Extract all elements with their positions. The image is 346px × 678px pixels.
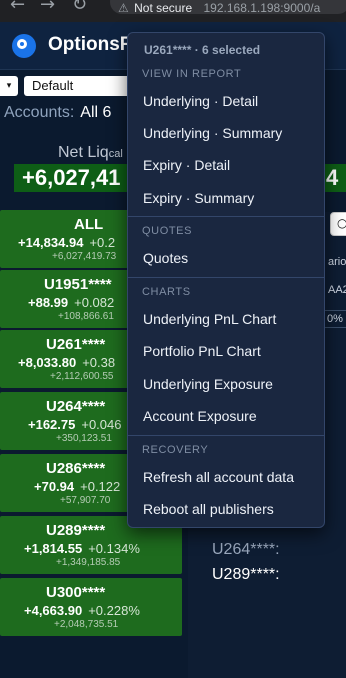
card-netliq: +350,123.51 [56, 433, 112, 444]
forward-arrow-icon[interactable]: → [40, 0, 55, 15]
menu-item-underlying-pnl-chart[interactable]: Underlying PnL Chart [128, 304, 324, 334]
panel-tag: 0% [324, 310, 346, 328]
netliq-label-text: Net Liq [58, 144, 109, 161]
accounts-label: Accounts: [4, 104, 75, 121]
menu-item-underlying-exposure[interactable]: Underlying Exposure [128, 369, 324, 399]
menu-divider [128, 216, 324, 217]
menu-divider [128, 277, 324, 278]
card-netliq: +1,349,185.85 [56, 557, 121, 568]
menu-item-account-exposure[interactable]: Account Exposure [128, 401, 324, 431]
card-pnl: +1,814.55 +0.134% [24, 541, 140, 556]
menu-item-quotes[interactable]: Quotes [128, 243, 324, 273]
card-name: ALL [74, 216, 104, 233]
card-pnl: +88.99 +0.082 [28, 295, 115, 310]
card-pnl: +162.75 +0.046 [28, 417, 122, 432]
card-name: U289**** [46, 522, 106, 539]
card-pnl: +8,033.80 +0.38 [18, 355, 116, 370]
card-netliq: +2,112,600.55 [50, 371, 114, 382]
card-name: U261**** [46, 336, 106, 353]
panel-tag: AA2 [328, 284, 346, 296]
netliq-label: Net Liqcal [58, 144, 123, 162]
menu-section-title: QUOTES [142, 225, 193, 237]
menu-item-underlying-summary[interactable]: Underlying · Summary [128, 118, 324, 148]
netliq-label-suffix: cal [108, 148, 123, 160]
menu-item-expiry-summary[interactable]: Expiry · Summary [128, 183, 324, 213]
menu-item-expiry-detail[interactable]: Expiry · Detail [128, 150, 324, 180]
card-netliq: +6,027,419.73 [52, 251, 117, 262]
address-bar[interactable]: ⚠ Not secure 192.168.1.198:9000/a [110, 0, 346, 14]
card-name: U286**** [46, 460, 106, 477]
menu-section-title: CHARTS [142, 286, 191, 298]
menu-header: U261**** · 6 selected [144, 43, 261, 57]
card-netliq: +2,048,735.51 [54, 619, 119, 630]
url-text: 192.168.1.198:9000/a [203, 1, 321, 14]
app-logo-icon [12, 34, 36, 58]
warning-icon: ⚠ [118, 1, 129, 14]
back-arrow-icon[interactable]: ← [10, 0, 25, 15]
card-netliq: +57,907.70 [60, 495, 111, 506]
card-name: U300**** [46, 584, 106, 601]
search-icon: ○ [337, 216, 346, 230]
context-menu: U261**** · 6 selected VIEW IN REPORT Und… [127, 32, 325, 528]
chevron-down-icon[interactable]: ▾ [0, 76, 18, 96]
account-card[interactable]: U300**** +4,663.90 +0.228% +2,048,735.51 [0, 578, 182, 636]
browser-toolbar: ← → ↻ ⚠ Not secure 192.168.1.198:9000/a [0, 0, 346, 22]
search-box[interactable]: ○ [330, 212, 346, 236]
menu-item-reboot-publishers[interactable]: Reboot all publishers [128, 494, 324, 524]
card-name: U264**** [46, 398, 106, 415]
reload-icon[interactable]: ↻ [72, 0, 87, 15]
panel-account: U264****: [212, 541, 280, 558]
menu-item-refresh-account-data[interactable]: Refresh all account data [128, 462, 324, 492]
card-name: U1951**** [44, 276, 112, 293]
card-pnl: +4,663.90 +0.228% [24, 603, 140, 618]
panel-tag: ario [328, 256, 346, 268]
menu-divider [128, 435, 324, 436]
app-title: OptionsR [48, 34, 134, 55]
panel-account: U289****: [212, 566, 280, 583]
security-label: Not secure [134, 1, 193, 14]
menu-item-portfolio-pnl-chart[interactable]: Portfolio PnL Chart [128, 336, 324, 366]
accounts-value: All 6 [80, 104, 112, 121]
menu-item-underlying-detail[interactable]: Underlying · Detail [128, 86, 324, 116]
menu-section-title: RECOVERY [142, 444, 209, 456]
card-pnl: +14,834.94 +0.2 [18, 235, 116, 250]
card-pnl: +70.94 +0.122 [34, 479, 121, 494]
accounts-summary: Accounts: All 6 [4, 104, 111, 122]
card-netliq: +108,866.61 [58, 311, 114, 322]
netliq-right-value: 4 [326, 165, 339, 190]
menu-section-title: VIEW IN REPORT [142, 68, 242, 80]
netliq-value: +6,027,41 [22, 165, 121, 190]
view-select[interactable]: Default [24, 76, 134, 96]
